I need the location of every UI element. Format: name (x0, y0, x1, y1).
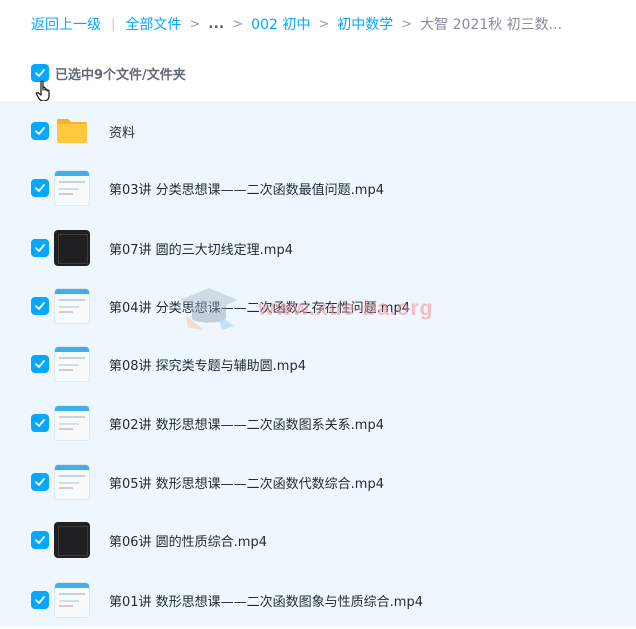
check-icon (35, 302, 45, 310)
file-row[interactable]: 第01讲 数形思想课——二次函数图象与性质综合.mp4 (0, 571, 636, 629)
check-icon (35, 419, 45, 427)
check-icon (35, 360, 45, 368)
check-icon (35, 69, 45, 77)
video-thumbnail (54, 288, 90, 324)
breadcrumb-current: 大智 2021秋 初三数... (420, 17, 563, 33)
video-thumbnail (54, 522, 90, 558)
breadcrumb-all-files[interactable]: 全部文件 (125, 14, 181, 34)
row-checkbox[interactable] (31, 414, 49, 432)
row-checkbox[interactable] (31, 531, 49, 549)
file-name[interactable]: 第06讲 圆的性质综合.mp4 (109, 531, 267, 550)
back-link[interactable]: 返回上一级 (31, 14, 101, 34)
file-row[interactable]: 第08讲 探究类专题与辅助圆.mp4 (0, 335, 636, 393)
row-checkbox[interactable] (31, 122, 49, 140)
selection-count-label: 已选中9个文件/文件夹 (55, 67, 186, 83)
video-thumbnail (54, 582, 90, 618)
video-thumbnail (54, 464, 90, 500)
file-row[interactable]: 第04讲 分类思想课——二次函数之存在性问题.mp4 (0, 277, 636, 335)
breadcrumb-level1[interactable]: 002 初中 (251, 14, 310, 34)
check-icon (35, 127, 45, 135)
video-thumbnail (54, 170, 90, 206)
file-row[interactable]: 第07讲 圆的三大切线定理.mp4 (0, 219, 636, 277)
video-thumbnail (54, 346, 90, 382)
breadcrumb: 返回上一级 | 全部文件 > ... > 002 初中 > 初中数学 > 大智 … (31, 14, 562, 34)
file-name[interactable]: 第01讲 数形思想课——二次函数图象与性质综合.mp4 (109, 591, 423, 610)
file-row[interactable]: 第02讲 数形思想课——二次函数图系关系.mp4 (0, 394, 636, 452)
check-icon (35, 184, 45, 192)
row-checkbox[interactable] (31, 297, 49, 315)
breadcrumb-level2[interactable]: 初中数学 (337, 14, 393, 34)
check-icon (35, 244, 45, 252)
row-checkbox[interactable] (31, 239, 49, 257)
file-name[interactable]: 资料 (109, 122, 135, 141)
breadcrumb-divider: | (111, 16, 116, 32)
file-name[interactable]: 第07讲 圆的三大切线定理.mp4 (109, 239, 293, 258)
video-thumbnail (54, 230, 90, 266)
breadcrumb-ellipsis[interactable]: ... (208, 16, 224, 32)
file-row[interactable]: 第06讲 圆的性质综合.mp4 (0, 511, 636, 569)
folder-icon (57, 119, 87, 143)
chevron-right-icon: > (318, 16, 330, 32)
chevron-right-icon: > (401, 16, 413, 32)
row-checkbox[interactable] (31, 179, 49, 197)
row-checkbox[interactable] (31, 473, 49, 491)
file-name[interactable]: 第08讲 探究类专题与辅助圆.mp4 (109, 355, 306, 374)
file-name[interactable]: 第02讲 数形思想课——二次函数图系关系.mp4 (109, 414, 384, 433)
check-icon (35, 536, 45, 544)
file-name[interactable]: 第05讲 数形思想课——二次函数代数综合.mp4 (109, 473, 384, 492)
chevron-right-icon: > (232, 16, 244, 32)
file-list: 资料第03讲 分类思想课——二次函数最值问题.mp4 第07讲 圆的三大切线定理.… (0, 101, 636, 627)
file-row[interactable]: 第03讲 分类思想课——二次函数最值问题.mp4 (0, 159, 636, 217)
row-checkbox[interactable] (31, 355, 49, 373)
check-icon (35, 478, 45, 486)
file-name[interactable]: 第03讲 分类思想课——二次函数最值问题.mp4 (109, 179, 384, 198)
file-row[interactable]: 第05讲 数形思想课——二次函数代数综合.mp4 (0, 453, 636, 511)
file-name[interactable]: 第04讲 分类思想课——二次函数之存在性问题.mp4 (109, 297, 410, 316)
video-thumbnail (54, 405, 90, 441)
row-checkbox[interactable] (31, 591, 49, 609)
folder-row[interactable]: 资料 (0, 102, 636, 160)
check-icon (35, 596, 45, 604)
chevron-right-icon: > (189, 16, 201, 32)
